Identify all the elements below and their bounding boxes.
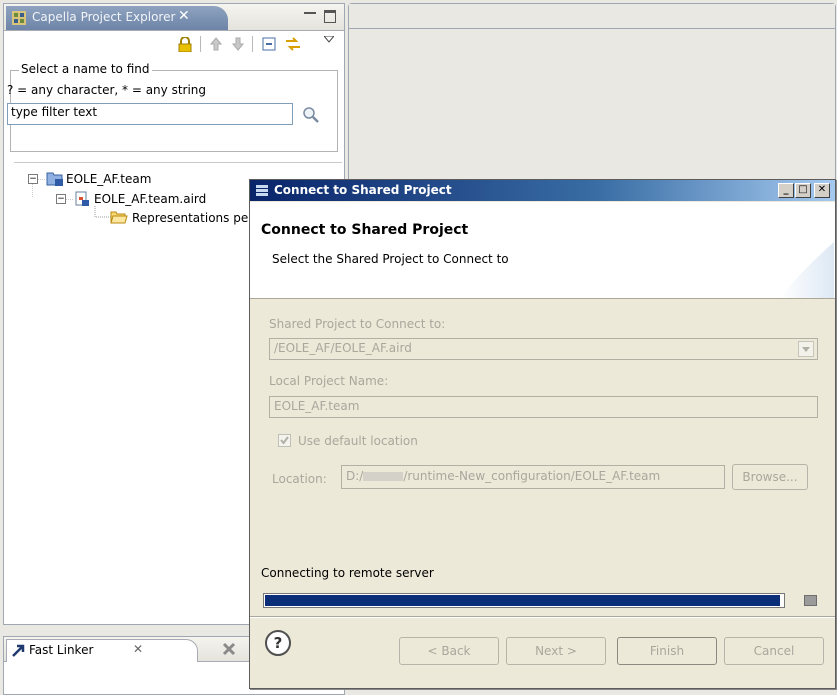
browse-button[interactable]: Browse...: [732, 464, 808, 490]
project-folder-icon: [46, 172, 63, 186]
toolbar-separator: [200, 36, 201, 52]
tab-fast-linker[interactable]: Fast Linker ✕: [6, 639, 198, 662]
tree-line: [32, 184, 33, 197]
checkmark-icon: [280, 436, 289, 445]
chevron-down-icon: [802, 347, 810, 352]
collapse-toggle[interactable]: −: [28, 174, 38, 184]
dialog-window-title: Connect to Shared Project: [274, 183, 452, 197]
explorer-icon: [12, 11, 26, 25]
tree-line: [38, 179, 46, 180]
location-field[interactable]: D:/ /runtime-New_configuration/EOLE_AF.te…: [341, 465, 725, 489]
dialog-description: Select the Shared Project to Connect to: [272, 252, 509, 266]
explorer-tab-bar: Capella Project Explorer ✕: [4, 4, 344, 31]
progress-bar: [263, 593, 785, 608]
location-label: Location:: [272, 472, 327, 486]
connect-shared-project-dialog: Connect to Shared Project _ □ ✕ Connect …: [249, 179, 836, 689]
view-menu-icon[interactable]: [324, 36, 334, 44]
header-banner-graphic: [780, 242, 834, 298]
tree-separator: [14, 162, 342, 163]
explorer-tab-label: Capella Project Explorer: [32, 10, 176, 24]
back-button[interactable]: < Back: [399, 637, 499, 665]
combo-dropdown-button[interactable]: [798, 341, 814, 357]
shared-project-label: Shared Project to Connect to:: [269, 317, 446, 331]
tree-line: [66, 199, 74, 200]
use-default-location-checkbox[interactable]: [278, 434, 291, 447]
dialog-title-bar[interactable]: Connect to Shared Project _ □ ✕: [250, 180, 835, 201]
close-icon[interactable]: ✕: [178, 8, 190, 24]
location-prefix: D:/: [346, 469, 364, 483]
tab-capella-project-explorer[interactable]: Capella Project Explorer ✕: [6, 6, 228, 30]
local-project-name-field[interactable]: EOLE_AF.team: [269, 396, 818, 418]
shared-project-value: /EOLE_AF/EOLE_AF.aird: [274, 341, 412, 355]
arrow-up-icon[interactable]: [210, 37, 222, 51]
location-suffix: /runtime-New_configuration/EOLE_AF.team: [403, 469, 661, 483]
minimize-view-button[interactable]: [304, 8, 316, 14]
redacted-username: [363, 472, 404, 481]
filter-hint: ? = any character, * = any string: [7, 83, 207, 97]
local-project-name-label: Local Project Name:: [269, 374, 389, 388]
help-button[interactable]: ?: [265, 630, 291, 656]
filter-group: Select a name to find ? = any character,…: [7, 62, 338, 152]
toolbar-separator: [252, 36, 253, 52]
dialog-header: Connect to Shared Project Select the Sha…: [250, 202, 835, 299]
collapse-all-icon[interactable]: [262, 37, 276, 51]
lock-icon[interactable]: [178, 37, 192, 52]
editor-tab-strip: [349, 4, 835, 29]
fast-linker-tab-label: Fast Linker: [29, 643, 94, 657]
dialog-app-icon: [256, 185, 268, 196]
filter-group-title: Select a name to find: [19, 62, 152, 76]
window-minimize-button[interactable]: _: [778, 183, 794, 198]
window-close-button[interactable]: ✕: [814, 183, 830, 198]
button-bar-separator: [250, 616, 835, 617]
explorer-toolbar: [4, 31, 344, 57]
folder-icon: [110, 211, 128, 224]
tree-item-aird[interactable]: EOLE_AF.team.aird: [94, 192, 206, 206]
next-button[interactable]: Next >: [506, 637, 606, 665]
close-icon[interactable]: ✕: [133, 642, 143, 656]
window-maximize-button[interactable]: □: [795, 183, 811, 198]
tree-item-representations[interactable]: Representations pe: [132, 211, 248, 225]
arrow-down-icon[interactable]: [232, 37, 244, 51]
aird-file-icon: [75, 191, 89, 206]
search-icon[interactable]: [301, 105, 321, 125]
tree-item-project[interactable]: EOLE_AF.team: [66, 172, 151, 186]
stop-icon[interactable]: [804, 595, 817, 606]
shared-project-combo[interactable]: /EOLE_AF/EOLE_AF.aird: [269, 338, 818, 360]
dialog-heading: Connect to Shared Project: [261, 222, 469, 238]
use-default-location-label: Use default location: [298, 434, 418, 448]
progress-fill: [265, 595, 780, 606]
status-text: Connecting to remote server: [261, 566, 434, 580]
finish-button[interactable]: Finish: [617, 637, 717, 665]
maximize-view-button[interactable]: [324, 10, 336, 23]
collapse-toggle[interactable]: −: [56, 194, 66, 204]
cancel-button[interactable]: Cancel: [724, 637, 824, 665]
delete-icon[interactable]: [222, 642, 236, 656]
filter-input[interactable]: type filter text: [7, 103, 293, 125]
link-with-editor-icon[interactable]: [284, 35, 302, 53]
fast-linker-icon: [12, 644, 25, 657]
